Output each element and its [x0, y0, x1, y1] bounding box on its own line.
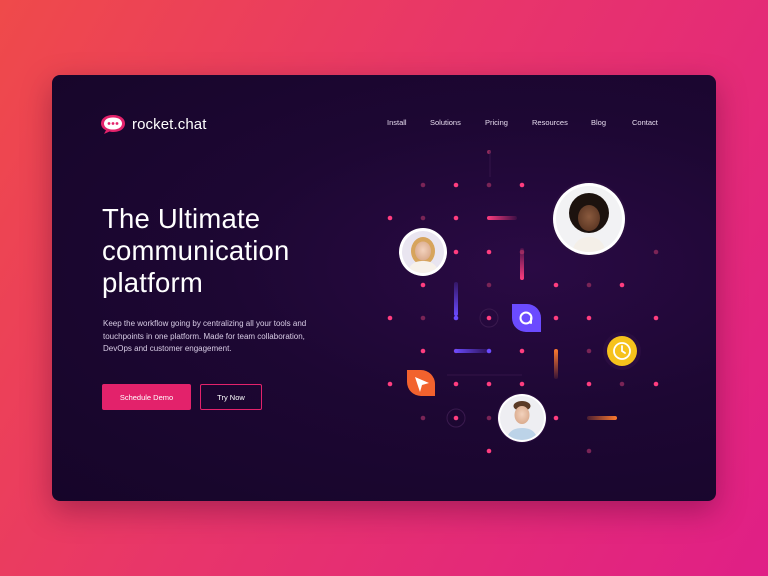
cursor-arrow-icon [407, 370, 435, 396]
hero-card: rocket.chat Install Solutions Pricing Re… [52, 75, 716, 501]
clock-icon [603, 332, 641, 370]
avatar [399, 228, 447, 276]
chat-bubble-icon [512, 304, 541, 332]
network-illustration [387, 150, 659, 454]
avatar [551, 181, 627, 257]
avatar [497, 393, 547, 443]
